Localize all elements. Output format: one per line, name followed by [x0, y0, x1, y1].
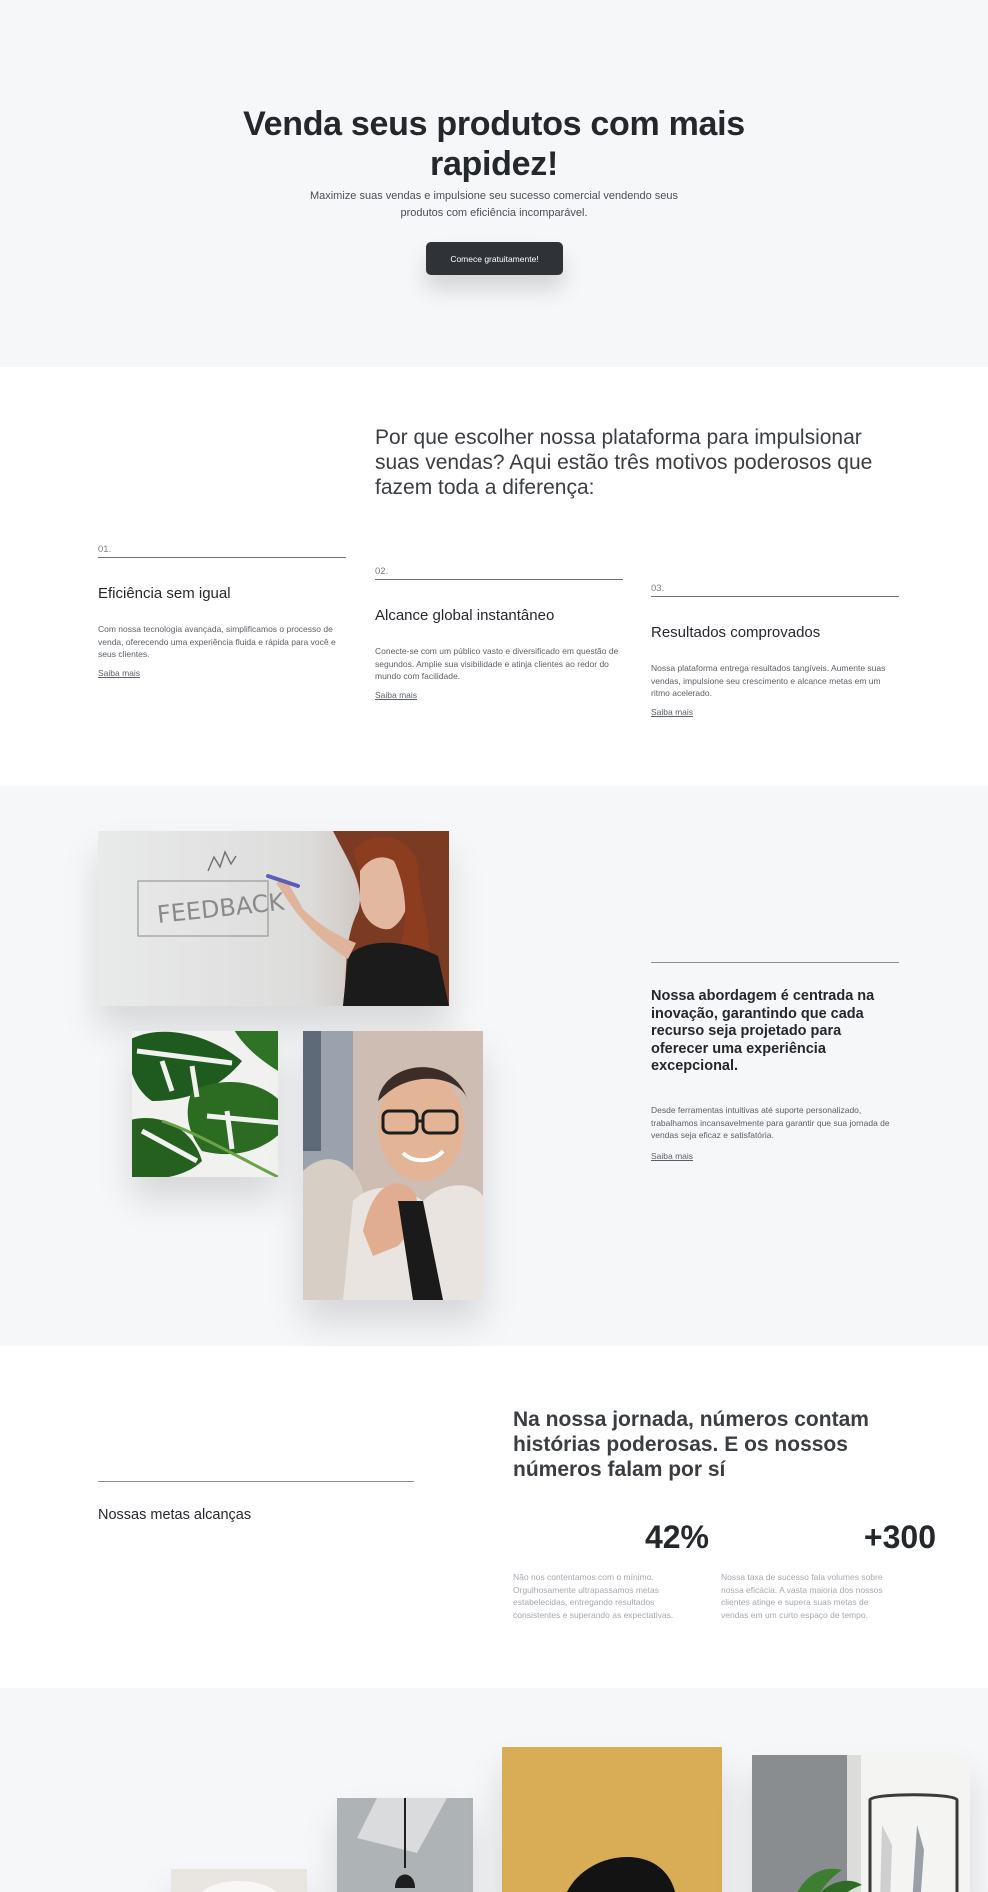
- reasons-heading: Por que escolher nossa plataforma para i…: [375, 426, 873, 499]
- approach-divider: [651, 962, 899, 963]
- feature-card-3: 03. Resultados comprovados Nossa platafo…: [651, 583, 899, 720]
- learn-more-link[interactable]: Saiba mais: [651, 707, 693, 717]
- whiteboard-photo: FEEDBACK: [98, 831, 449, 1006]
- numbers-divider: [98, 1481, 414, 1482]
- hero-title: Venda seus produtos com mais rapidez!: [243, 105, 745, 183]
- feature-description: Conecte-se com um público vasto e divers…: [375, 646, 619, 682]
- feature-number: 02.: [375, 566, 623, 580]
- feature-description: Com nossa tecnologia avançada, simplific…: [98, 624, 336, 660]
- gallery-section: [0, 1688, 988, 1892]
- gallery-photo-mustard: [502, 1747, 722, 1892]
- goals-label: Nossas metas alcanças: [98, 1507, 252, 1523]
- learn-more-link[interactable]: Saiba mais: [98, 668, 140, 678]
- gallery-photo-interior: [752, 1755, 970, 1892]
- stat-value: 42%: [644, 1519, 709, 1555]
- feature-card-2: 02. Alcance global instantâneo Conecte-s…: [375, 566, 623, 703]
- feature-title: Eficiência sem igual: [98, 585, 231, 602]
- feature-number: 01.: [98, 544, 346, 558]
- reasons-section: Por que escolher nossa plataforma para i…: [0, 367, 988, 786]
- feature-card-1: 01. Eficiência sem igual Com nossa tecno…: [98, 544, 346, 681]
- learn-more-link[interactable]: Saiba mais: [651, 1151, 693, 1161]
- feature-description: Nossa plataforma entrega resultados tang…: [651, 663, 886, 699]
- numbers-heading: Na nossa jornada, números contam históri…: [513, 1408, 869, 1481]
- approach-section: FEEDBACK Nossa abordagem é centrada na i…: [0, 786, 988, 1346]
- start-free-button[interactable]: Comece gratuitamente!: [426, 242, 563, 275]
- gallery-photo-lamp: [337, 1798, 473, 1892]
- feature-number: 03.: [651, 583, 899, 597]
- feature-title: Alcance global instantâneo: [375, 607, 555, 624]
- feature-title: Resultados comprovados: [651, 624, 821, 641]
- hero-section: Venda seus produtos com mais rapidez! Ma…: [0, 0, 988, 367]
- learn-more-link[interactable]: Saiba mais: [375, 690, 417, 700]
- hero-subtitle: Maximize suas vendas e impulsione seu su…: [309, 190, 679, 219]
- stat-value: +300: [863, 1519, 936, 1555]
- gallery-photo-white: [171, 1869, 307, 1892]
- numbers-section: Nossas metas alcanças Na nossa jornada, …: [0, 1346, 988, 1688]
- approach-title: Nossa abordagem é centrada na inovação, …: [651, 988, 875, 1074]
- stat-description: Nossa taxa de sucesso fala volumes sobre…: [721, 1572, 883, 1621]
- approach-description: Desde ferramentas intuitivas até suporte…: [651, 1105, 890, 1141]
- smiling-man-photo: [303, 1031, 483, 1300]
- monstera-leaf-photo: [132, 1031, 278, 1177]
- stat-description: Não nos contentamos com o mínimo. Orgulh…: [513, 1572, 674, 1621]
